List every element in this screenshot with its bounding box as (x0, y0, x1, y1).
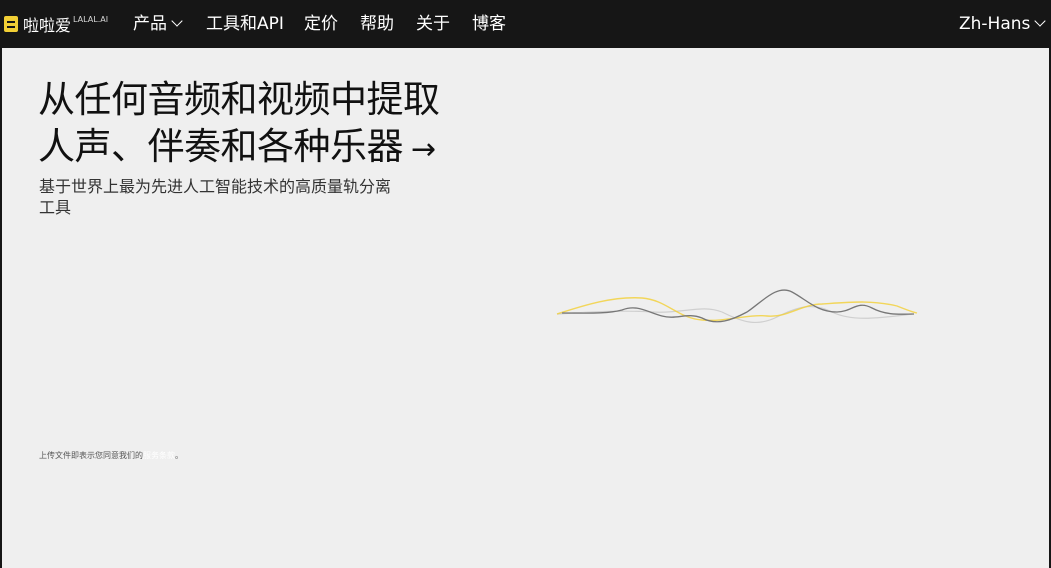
nav-item-pricing[interactable]: 定价 (304, 12, 338, 36)
nav-item-label: 产品 (133, 14, 167, 34)
nav-item-label: 帮助 (360, 14, 394, 34)
terms-of-service-link[interactable]: 服务条款 (143, 451, 175, 460)
page-frame: 啦啦爱 LALAL.AI 产品 工具和API 定价 帮助 关于 博客 Zh-Ha… (0, 0, 1051, 568)
nav-item-label: 博客 (472, 14, 506, 34)
logo[interactable]: 啦啦爱 LALAL.AI (4, 14, 109, 35)
terms-prefix: 上传文件即表示您同意我们的 (39, 451, 143, 460)
hero-title: 从任何音频和视频中提取 人声、伴奏和各种乐器 → (38, 76, 440, 173)
logo-superscript: LALAL.AI (73, 14, 109, 24)
waveform-line-dark (561, 289, 915, 323)
terms-suffix: 。 (175, 451, 183, 460)
logo-text: 啦啦爱 (23, 16, 72, 35)
language-label: Zh-Hans (959, 14, 1031, 34)
nav-item-label: 关于 (416, 14, 450, 34)
language-selector[interactable]: Zh-Hans (959, 12, 1047, 36)
waveform-line-light (556, 305, 913, 324)
nav-item-label: 工具和API (206, 14, 284, 34)
top-navbar: 啦啦爱 LALAL.AI 产品 工具和API 定价 帮助 关于 博客 Zh-Ha… (2, 0, 1049, 48)
nav-item-label: 定价 (304, 14, 338, 34)
nav-item-blog[interactable]: 博客 (472, 12, 506, 36)
arrow-right-icon[interactable]: → (411, 132, 436, 167)
logo-icon (4, 16, 18, 32)
nav-item-tools-api[interactable]: 工具和API (206, 12, 284, 36)
nav-item-products[interactable]: 产品 (133, 12, 183, 36)
chevron-down-icon (1034, 15, 1047, 27)
terms-notice: 上传文件即表示您同意我们的服务条款。 (39, 450, 183, 461)
chevron-down-icon (171, 15, 183, 27)
nav-item-help[interactable]: 帮助 (360, 12, 394, 36)
waveform-animation (556, 289, 918, 324)
hero-title-line-2: 人声、伴奏和各种乐器 → (38, 123, 440, 173)
hero-title-line-2-text: 人声、伴奏和各种乐器 (38, 125, 404, 168)
hero-subtitle: 基于世界上最为先进人工智能技术的高质量轨分离工具 (39, 177, 392, 217)
hero-title-line-1: 从任何音频和视频中提取 (38, 78, 440, 121)
nav-item-about[interactable]: 关于 (416, 12, 450, 36)
